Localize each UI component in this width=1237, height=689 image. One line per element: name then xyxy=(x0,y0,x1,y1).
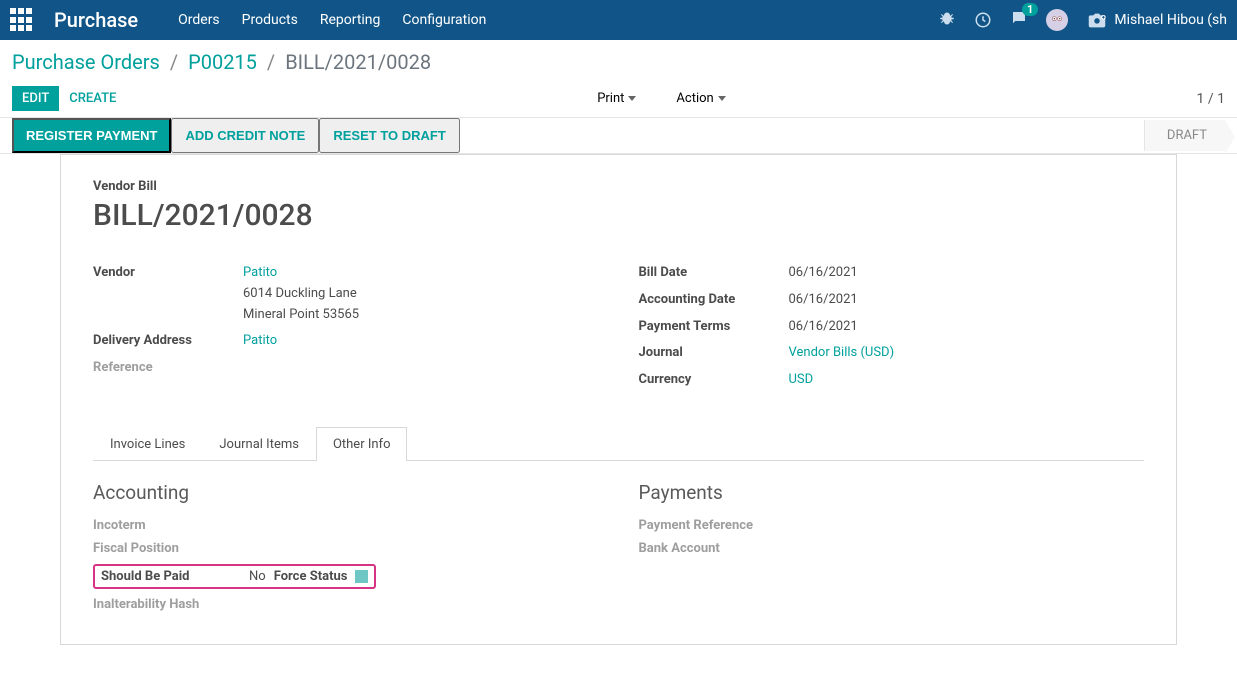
user-menu[interactable]: Mishael Hibou (sh xyxy=(1086,9,1227,31)
accounting-heading: Accounting xyxy=(93,481,599,504)
vendor-link[interactable]: Patito xyxy=(243,265,277,280)
force-status-checkbox[interactable] xyxy=(355,570,368,583)
fiscal-position-label: Fiscal Position xyxy=(93,541,243,556)
action-dropdown[interactable]: Action xyxy=(666,86,735,111)
bill-date-label: Bill Date xyxy=(639,263,789,280)
messaging-icon[interactable]: 1 xyxy=(1010,9,1028,31)
menu-products[interactable]: Products xyxy=(242,12,298,28)
payment-reference-label: Payment Reference xyxy=(639,518,789,533)
payment-terms-value: 06/16/2021 xyxy=(789,317,1145,338)
edit-button[interactable]: EDIT xyxy=(12,86,59,111)
vendor-addr2: Mineral Point 53565 xyxy=(243,307,359,322)
currency-link[interactable]: USD xyxy=(789,372,814,387)
breadcrumb: Purchase Orders / P00215 / BILL/2021/002… xyxy=(12,50,1225,74)
payments-heading: Payments xyxy=(639,481,1145,504)
register-payment-button[interactable]: REGISTER PAYMENT xyxy=(12,118,171,153)
print-dropdown[interactable]: Print xyxy=(587,86,646,111)
tab-journal-items[interactable]: Journal Items xyxy=(202,427,316,461)
accounting-date-label: Accounting Date xyxy=(639,290,789,307)
vendor-addr1: 6014 Duckling Lane xyxy=(243,286,357,301)
currency-label: Currency xyxy=(639,370,789,387)
delivery-label: Delivery Address xyxy=(93,331,243,348)
vendor-label: Vendor xyxy=(93,263,243,280)
bug-icon[interactable] xyxy=(938,11,956,29)
apps-launcher-icon[interactable] xyxy=(10,8,34,32)
force-status-label: Force Status xyxy=(274,569,348,584)
journal-label: Journal xyxy=(639,343,789,360)
breadcrumb-p00215[interactable]: P00215 xyxy=(188,50,257,74)
accounting-date-value: 06/16/2021 xyxy=(789,290,1145,311)
owl-avatar-icon[interactable] xyxy=(1046,9,1068,31)
should-be-paid-highlight: Should Be Paid No Force Status xyxy=(93,564,376,589)
inalterability-label: Inalterability Hash xyxy=(93,597,243,612)
chat-count: 1 xyxy=(1022,3,1038,16)
add-credit-note-button[interactable]: ADD CREDIT NOTE xyxy=(171,118,319,153)
user-name: Mishael Hibou (sh xyxy=(1114,12,1227,28)
pager[interactable]: 1 / 1 xyxy=(1197,91,1225,107)
payment-terms-label: Payment Terms xyxy=(639,317,789,334)
clock-icon[interactable] xyxy=(974,11,992,29)
journal-link[interactable]: Vendor Bills (USD) xyxy=(789,345,895,360)
reset-to-draft-button[interactable]: RESET TO DRAFT xyxy=(319,118,459,153)
bill-date-value: 06/16/2021 xyxy=(789,263,1145,284)
doc-type-label: Vendor Bill xyxy=(93,179,1144,194)
tab-invoice-lines[interactable]: Invoice Lines xyxy=(93,427,202,461)
should-be-paid-label: Should Be Paid xyxy=(101,569,241,584)
reference-label: Reference xyxy=(93,358,243,375)
should-be-paid-value: No xyxy=(249,569,266,584)
menu-orders[interactable]: Orders xyxy=(178,12,220,28)
menu-configuration[interactable]: Configuration xyxy=(402,12,486,28)
app-name[interactable]: Purchase xyxy=(54,8,138,32)
incoterm-label: Incoterm xyxy=(93,518,243,533)
breadcrumb-current: BILL/2021/0028 xyxy=(285,50,431,74)
doc-title: BILL/2021/0028 xyxy=(93,198,1144,233)
breadcrumb-purchase-orders[interactable]: Purchase Orders xyxy=(12,50,160,74)
status-draft[interactable]: DRAFT xyxy=(1144,120,1225,151)
delivery-link[interactable]: Patito xyxy=(243,333,277,348)
bank-account-label: Bank Account xyxy=(639,541,789,556)
menu-reporting[interactable]: Reporting xyxy=(320,12,381,28)
tab-other-info[interactable]: Other Info xyxy=(316,427,408,461)
camera-icon xyxy=(1086,9,1108,31)
create-button[interactable]: CREATE xyxy=(59,86,126,111)
